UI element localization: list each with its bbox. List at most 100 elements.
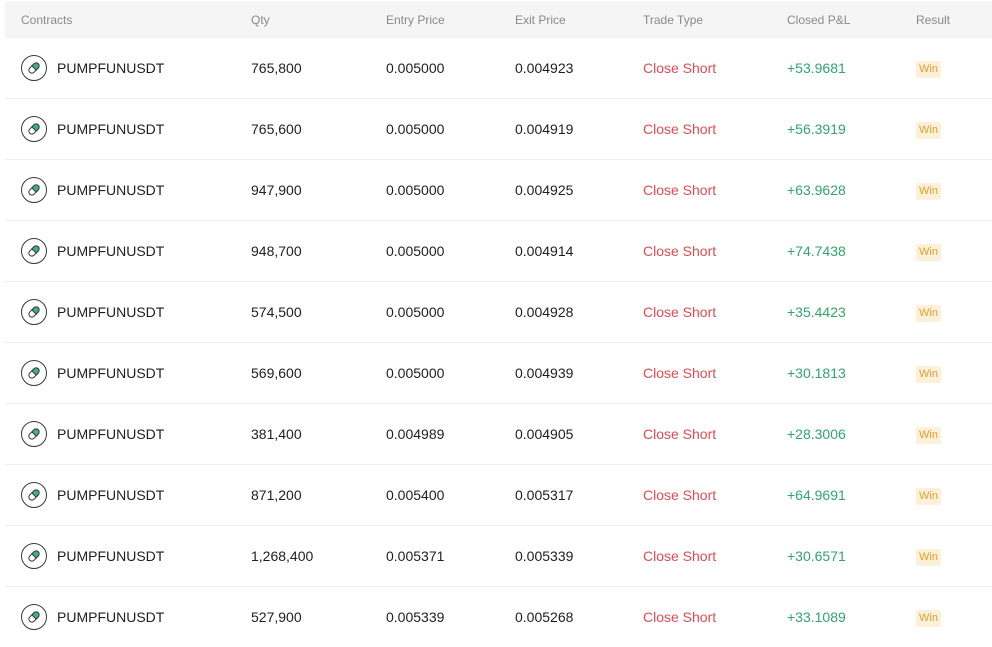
closed-pnl-value: +53.9681 [787, 60, 846, 76]
result-cell: Win [916, 242, 941, 261]
table-row[interactable]: PUMPFUNUSDT 765,800 0.005000 0.004923 Cl… [5, 38, 992, 99]
trade-type-value: Close Short [643, 365, 717, 381]
qty-value: 527,900 [251, 609, 302, 625]
header-exit-price: Exit Price [515, 12, 566, 27]
contract-symbol: PUMPFUNUSDT [57, 487, 165, 503]
contract-symbol: PUMPFUNUSDT [57, 548, 165, 564]
contract-cell[interactable]: PUMPFUNUSDT [21, 238, 164, 264]
qty-value: 1,268,400 [251, 548, 314, 564]
pill-coin-icon [21, 116, 47, 142]
pill-coin-icon [21, 482, 47, 508]
contract-symbol: PUMPFUNUSDT [57, 609, 165, 625]
closed-pnl-value: +35.4423 [787, 304, 846, 320]
table-row[interactable]: PUMPFUNUSDT 948,700 0.005000 0.004914 Cl… [5, 221, 992, 282]
table-row[interactable]: PUMPFUNUSDT 765,600 0.005000 0.004919 Cl… [5, 99, 992, 160]
contract-cell[interactable]: PUMPFUNUSDT [21, 604, 164, 630]
table-row[interactable]: PUMPFUNUSDT 527,900 0.005339 0.005268 Cl… [5, 587, 992, 647]
exit-price-value: 0.005268 [515, 609, 574, 625]
trade-type-value: Close Short [643, 121, 717, 137]
result-cell: Win [916, 486, 941, 505]
pill-coin-icon [21, 543, 47, 569]
result-badge: Win [916, 487, 941, 505]
trade-type-value: Close Short [643, 609, 717, 625]
pill-coin-icon [21, 299, 47, 325]
result-cell: Win [916, 608, 941, 627]
contract-cell[interactable]: PUMPFUNUSDT [21, 55, 164, 81]
exit-price-value: 0.004914 [515, 243, 574, 259]
contract-symbol: PUMPFUNUSDT [57, 304, 165, 320]
trade-type-value: Close Short [643, 182, 717, 198]
contract-cell[interactable]: PUMPFUNUSDT [21, 116, 164, 142]
table-body: PUMPFUNUSDT 765,800 0.005000 0.004923 Cl… [5, 38, 992, 647]
table-row[interactable]: PUMPFUNUSDT 381,400 0.004989 0.004905 Cl… [5, 404, 992, 465]
qty-value: 948,700 [251, 243, 302, 259]
result-badge: Win [916, 426, 941, 444]
header-result: Result [916, 12, 951, 27]
contract-cell[interactable]: PUMPFUNUSDT [21, 360, 164, 386]
qty-value: 574,500 [251, 304, 302, 320]
qty-value: 765,600 [251, 121, 302, 137]
exit-price-value: 0.004923 [515, 60, 574, 76]
contract-symbol: PUMPFUNUSDT [57, 243, 165, 259]
qty-value: 569,600 [251, 365, 302, 381]
closed-pnl-value: +74.7438 [787, 243, 846, 259]
table-row[interactable]: PUMPFUNUSDT 1,268,400 0.005371 0.005339 … [5, 526, 992, 587]
entry-price-value: 0.005000 [386, 182, 445, 198]
result-cell: Win [916, 425, 941, 444]
result-cell: Win [916, 59, 941, 78]
closed-pnl-value: +33.1089 [787, 609, 846, 625]
qty-value: 947,900 [251, 182, 302, 198]
closed-pnl-table: Contracts Qty Entry Price Exit Price Tra… [5, 1, 992, 647]
closed-pnl-value: +28.3006 [787, 426, 846, 442]
result-cell: Win [916, 120, 941, 139]
trade-type-value: Close Short [643, 426, 717, 442]
result-badge: Win [916, 365, 941, 383]
contract-cell[interactable]: PUMPFUNUSDT [21, 299, 164, 325]
exit-price-value: 0.004925 [515, 182, 574, 198]
closed-pnl-value: +56.3919 [787, 121, 846, 137]
result-badge: Win [916, 182, 941, 200]
header-qty: Qty [251, 12, 270, 27]
entry-price-value: 0.005000 [386, 121, 445, 137]
trade-type-value: Close Short [643, 304, 717, 320]
closed-pnl-value: +64.9691 [787, 487, 846, 503]
qty-value: 871,200 [251, 487, 302, 503]
table-row[interactable]: PUMPFUNUSDT 569,600 0.005000 0.004939 Cl… [5, 343, 992, 404]
pill-coin-icon [21, 604, 47, 630]
entry-price-value: 0.005339 [386, 609, 445, 625]
entry-price-value: 0.005400 [386, 487, 445, 503]
result-cell: Win [916, 181, 941, 200]
pill-coin-icon [21, 360, 47, 386]
result-cell: Win [916, 303, 941, 322]
result-cell: Win [916, 547, 941, 566]
exit-price-value: 0.005317 [515, 487, 574, 503]
qty-value: 765,800 [251, 60, 302, 76]
header-entry-price: Entry Price [386, 12, 445, 27]
table-row[interactable]: PUMPFUNUSDT 574,500 0.005000 0.004928 Cl… [5, 282, 992, 343]
table-row[interactable]: PUMPFUNUSDT 947,900 0.005000 0.004925 Cl… [5, 160, 992, 221]
exit-price-value: 0.004928 [515, 304, 574, 320]
exit-price-value: 0.004905 [515, 426, 574, 442]
contract-symbol: PUMPFUNUSDT [57, 60, 165, 76]
result-badge: Win [916, 243, 941, 261]
contract-cell[interactable]: PUMPFUNUSDT [21, 421, 164, 447]
closed-pnl-value: +30.6571 [787, 548, 846, 564]
pill-coin-icon [21, 238, 47, 264]
result-badge: Win [916, 609, 941, 627]
closed-pnl-value: +63.9628 [787, 182, 846, 198]
contract-cell[interactable]: PUMPFUNUSDT [21, 482, 164, 508]
pill-coin-icon [21, 421, 47, 447]
result-badge: Win [916, 121, 941, 139]
exit-price-value: 0.004919 [515, 121, 574, 137]
entry-price-value: 0.005000 [386, 365, 445, 381]
trade-type-value: Close Short [643, 548, 717, 564]
table-row[interactable]: PUMPFUNUSDT 871,200 0.005400 0.005317 Cl… [5, 465, 992, 526]
result-badge: Win [916, 304, 941, 322]
contract-cell[interactable]: PUMPFUNUSDT [21, 177, 164, 203]
contract-symbol: PUMPFUNUSDT [57, 121, 165, 137]
entry-price-value: 0.005000 [386, 60, 445, 76]
contract-symbol: PUMPFUNUSDT [57, 426, 165, 442]
contract-cell[interactable]: PUMPFUNUSDT [21, 543, 164, 569]
result-cell: Win [916, 364, 941, 383]
header-contracts: Contracts [21, 12, 73, 27]
